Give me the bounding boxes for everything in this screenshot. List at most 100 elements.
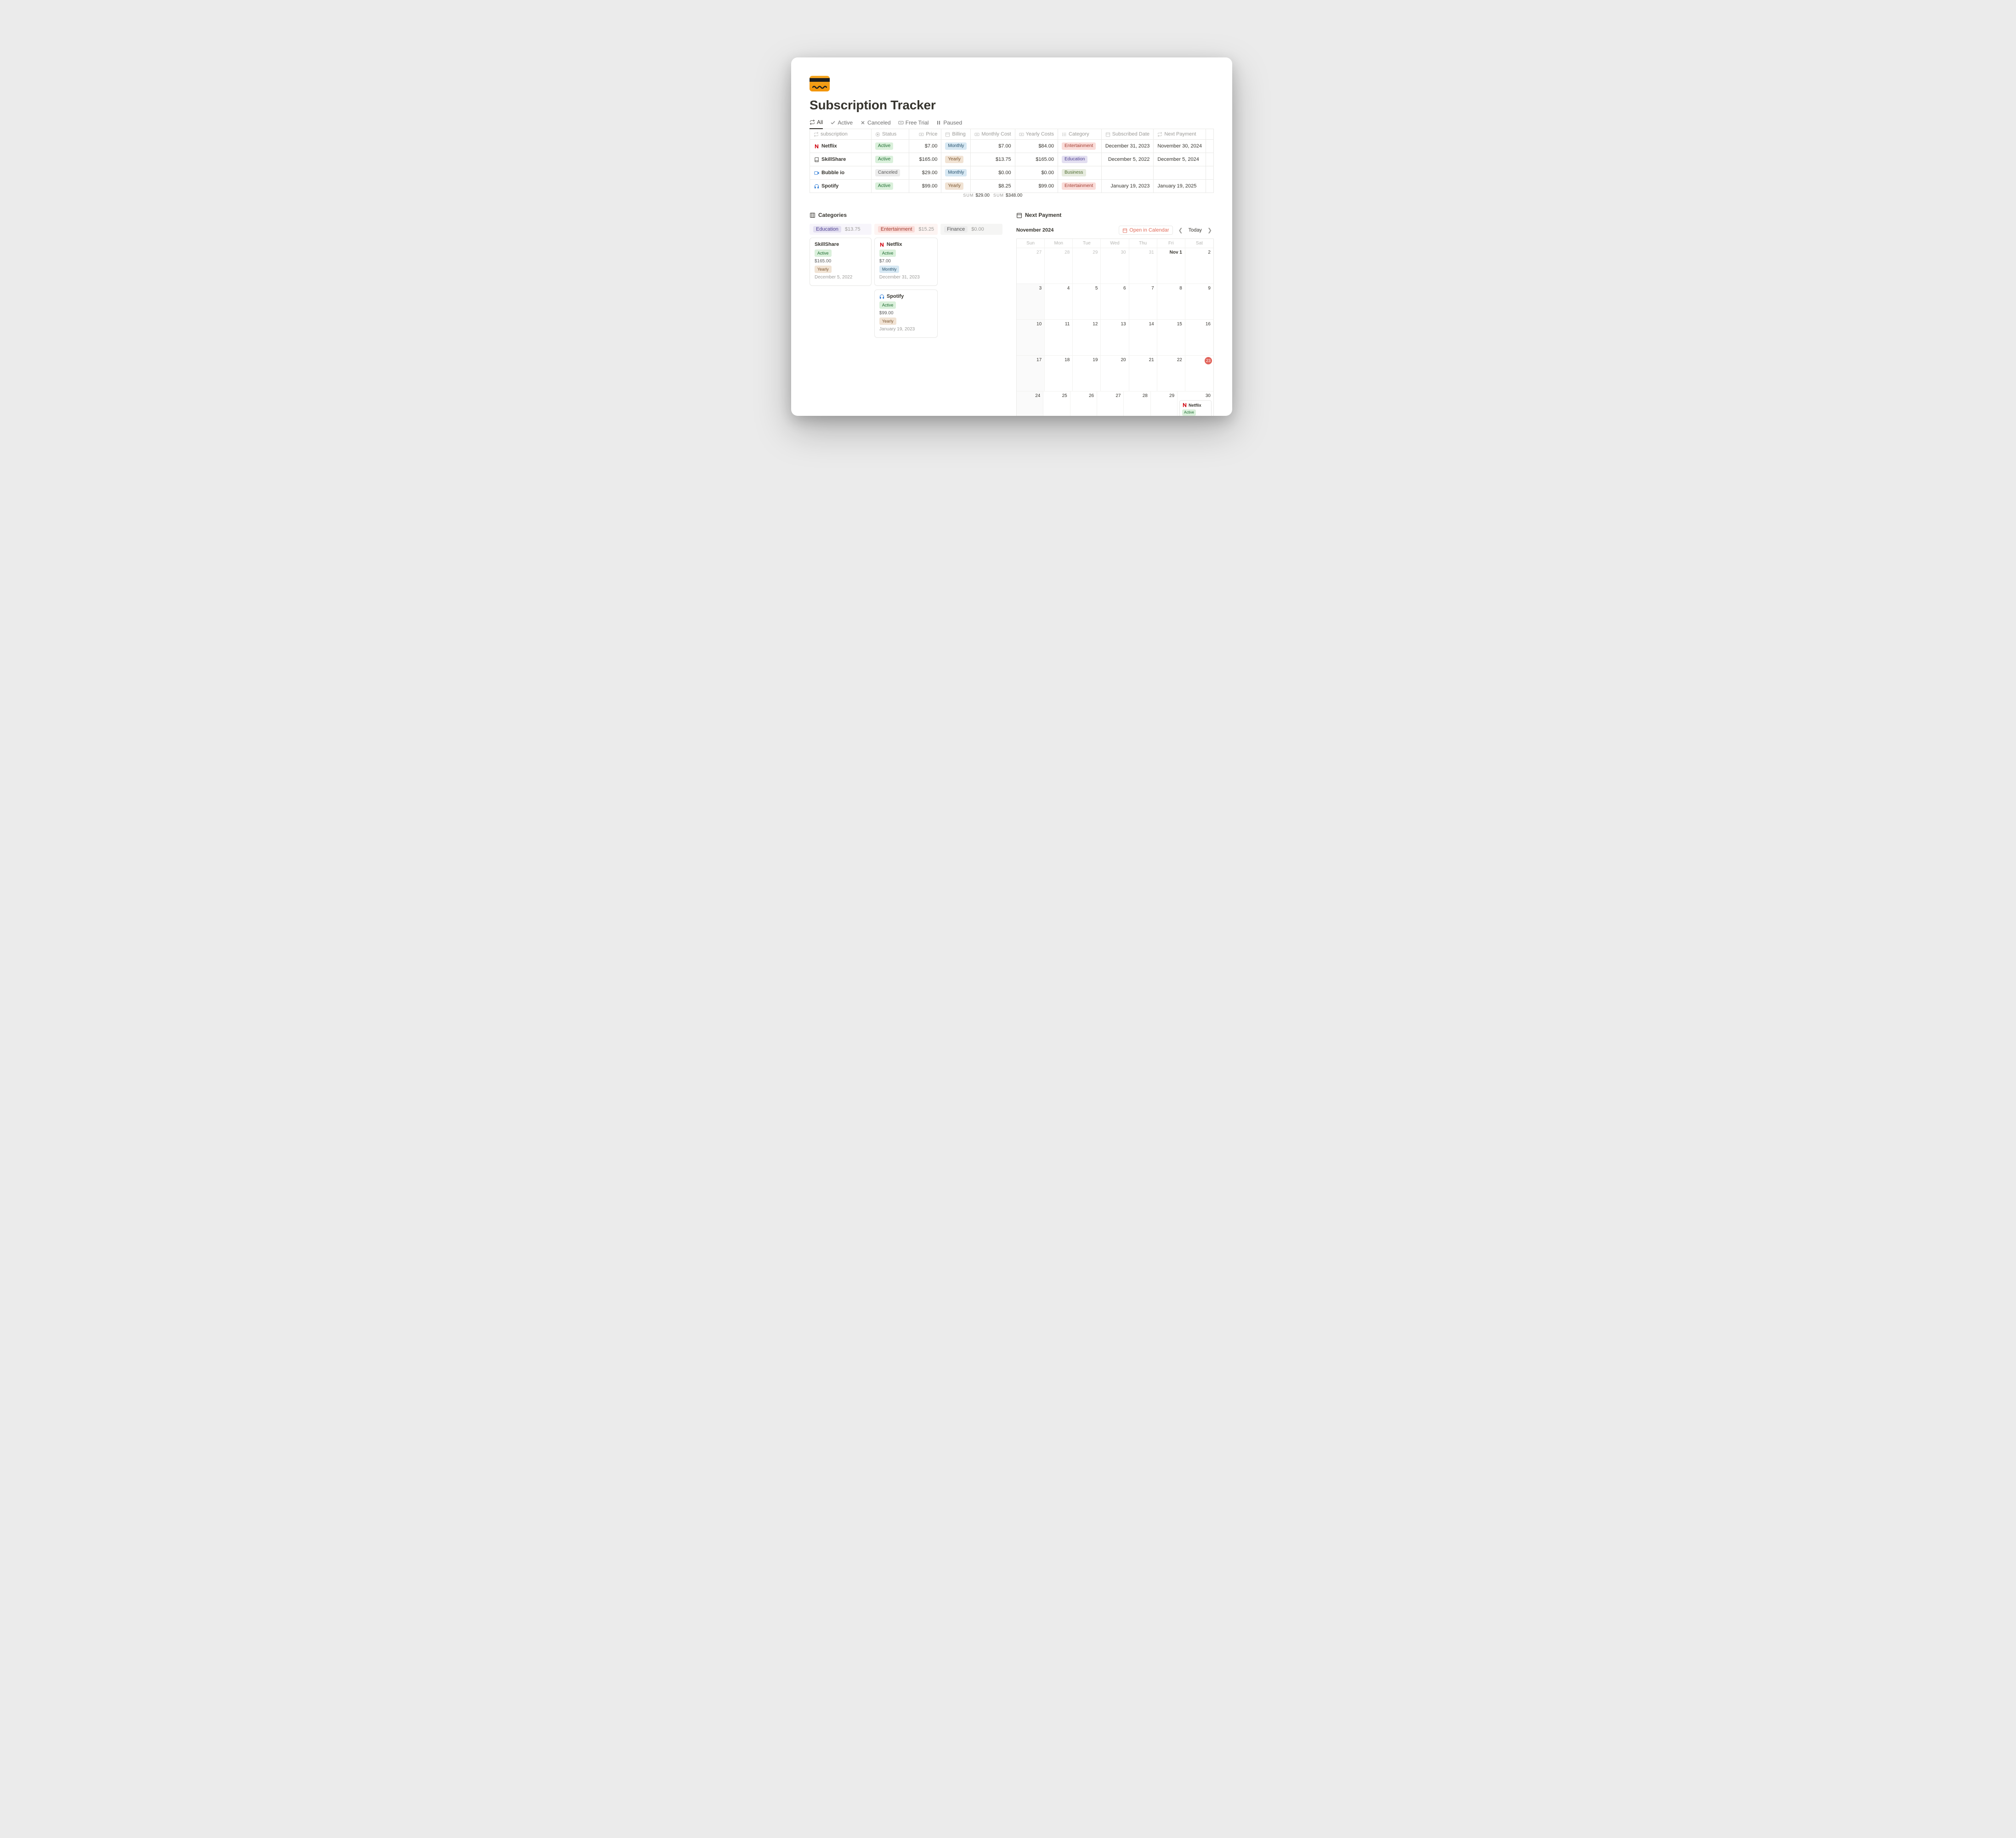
calendar-cell[interactable]: 28 — [1124, 391, 1150, 416]
calendar-cell[interactable]: 19 — [1073, 355, 1101, 391]
cell-subscribed-date: December 31, 2023 — [1101, 140, 1154, 153]
calendar-cell[interactable]: 27 — [1097, 391, 1124, 416]
status-badge: Active — [875, 156, 893, 163]
calendar-cell[interactable]: 16 — [1185, 319, 1213, 355]
calendar-cell[interactable]: 14 — [1129, 319, 1157, 355]
calendar-date-number: 2 — [1208, 250, 1211, 255]
calendar-prev-button[interactable]: ❮ — [1177, 226, 1185, 234]
tab-all[interactable]: All — [810, 117, 823, 129]
col-subscribed-date[interactable]: Subscribed Date — [1101, 129, 1154, 140]
cell-next-payment: January 19, 2025 — [1154, 180, 1206, 193]
cell-yearly-cost: $84.00 — [1015, 140, 1058, 153]
calendar-date-number: 9 — [1208, 286, 1211, 291]
calendar-cell[interactable]: 30 — [1101, 248, 1129, 284]
categories-header: Categories — [810, 212, 1002, 218]
col-yearly-costs[interactable]: Yearly Costs — [1015, 129, 1058, 140]
calendar-cell[interactable]: 28 — [1045, 248, 1073, 284]
col-subscription[interactable]: subscription — [810, 129, 872, 140]
calendar-cell[interactable]: 24 — [1017, 391, 1043, 416]
calendar-cell[interactable]: 10 — [1017, 319, 1045, 355]
cell-yearly-cost: $99.00 — [1015, 180, 1058, 193]
repeat-icon — [814, 132, 819, 137]
category-card[interactable]: NetflixActive$7.00MonthlyDecember 31, 20… — [874, 238, 938, 286]
calendar-date-number: 29 — [1093, 250, 1098, 255]
calendar-cell[interactable]: 29 — [1151, 391, 1178, 416]
cell-subscription-name: Spotify — [821, 183, 838, 189]
cell-monthly-cost: $0.00 — [971, 166, 1015, 180]
calendar-cell[interactable]: 7 — [1129, 284, 1157, 319]
tab-label: Active — [838, 119, 853, 126]
category-card[interactable]: SkillShareActive$165.00YearlyDecember 5,… — [810, 238, 872, 286]
calendar-event-card[interactable]: NetflixActive$7.00MonthlyEntertainment — [1179, 400, 1212, 416]
col-next-payment[interactable]: Next Payment — [1154, 129, 1206, 140]
tab-paused[interactable]: Paused — [936, 117, 962, 129]
check-icon — [830, 120, 836, 125]
calendar-cell[interactable]: 3 — [1017, 284, 1045, 319]
cell-price: $29.00 — [909, 166, 941, 180]
table-row[interactable]: Bubble ioCanceled$29.00Monthly$0.00$0.00… — [810, 166, 1214, 180]
card-date: December 5, 2022 — [815, 275, 866, 280]
status-badge: Active — [1182, 409, 1196, 416]
calendar-cell[interactable]: 30NetflixActive$7.00MonthlyEntertainment — [1178, 391, 1213, 416]
calendar-date-number: 29 — [1169, 393, 1174, 398]
col-status[interactable]: Status — [872, 129, 909, 140]
calendar-today-button[interactable]: Today — [1189, 227, 1202, 233]
calendar-date-number: 27 — [1116, 393, 1121, 398]
calendar-cell[interactable]: Nov 1 — [1157, 248, 1185, 284]
calendar-day-header: Sun — [1017, 239, 1045, 248]
category-column-finance: Finance$0.00 — [940, 224, 1002, 341]
table-row[interactable]: NetflixActive$7.00Monthly$7.00$84.00Ente… — [810, 140, 1214, 153]
calendar-cell[interactable]: 25 — [1043, 391, 1070, 416]
calendar-cell[interactable]: 21 — [1129, 355, 1157, 391]
calendar-day-header: Sat — [1185, 239, 1213, 248]
calendar-cell[interactable]: 9 — [1185, 284, 1213, 319]
calendar-date-number: 28 — [1065, 250, 1070, 255]
calendar-cell[interactable]: 11 — [1045, 319, 1073, 355]
col-price[interactable]: Price — [909, 129, 941, 140]
open-in-calendar-button[interactable]: Open in Calendar — [1119, 226, 1172, 235]
calendar-cell[interactable]: 2 — [1185, 248, 1213, 284]
calendar-cell[interactable]: 17 — [1017, 355, 1045, 391]
calendar-cell[interactable]: 22 — [1157, 355, 1185, 391]
status-badge: Active — [879, 301, 896, 309]
category-header[interactable]: Entertainment$15.25 — [874, 224, 938, 235]
tab-canceled[interactable]: Canceled — [860, 117, 891, 129]
calendar-cell[interactable]: 18 — [1045, 355, 1073, 391]
calendar-cell[interactable]: 26 — [1070, 391, 1097, 416]
calendar-cell[interactable]: 15 — [1157, 319, 1185, 355]
calendar-date-number: 27 — [1036, 250, 1042, 255]
tab-free-trial[interactable]: Free Trial — [898, 117, 929, 129]
status-badge: Canceled — [875, 169, 900, 176]
col-category[interactable]: Category — [1058, 129, 1101, 140]
calendar-cell[interactable]: 20 — [1101, 355, 1129, 391]
sums-row: SUM$29.00 SUM$348.00 — [810, 193, 1214, 198]
tab-active[interactable]: Active — [830, 117, 853, 129]
page-icon-credit-card — [810, 76, 830, 91]
calendar-date-number: 5 — [1095, 286, 1098, 291]
col-monthly-cost[interactable]: Monthly Cost — [971, 129, 1015, 140]
calendar-cell[interactable]: 31 — [1129, 248, 1157, 284]
calendar-cell[interactable]: 29 — [1073, 248, 1101, 284]
calendar-cell[interactable]: 8 — [1157, 284, 1185, 319]
next-payment-header: Next Payment — [1016, 212, 1214, 218]
category-card[interactable]: SpotifyActive$99.00YearlyJanuary 19, 202… — [874, 289, 938, 338]
clock-icon — [898, 120, 904, 125]
calendar-cell[interactable]: 13 — [1101, 319, 1129, 355]
table-row[interactable]: SkillShareActive$165.00Yearly$13.75$165.… — [810, 153, 1214, 166]
calendar-date-number: 17 — [1036, 357, 1042, 363]
billing-badge: Monthly — [945, 142, 967, 150]
card-date: December 31, 2023 — [879, 275, 933, 280]
calendar-cell[interactable]: 27 — [1017, 248, 1045, 284]
category-header[interactable]: Finance$0.00 — [940, 224, 1002, 235]
calendar-cell[interactable]: 23 — [1185, 355, 1213, 391]
calendar-cell[interactable]: 6 — [1101, 284, 1129, 319]
table-row[interactable]: SpotifyActive$99.00Yearly$8.25$99.00Ente… — [810, 180, 1214, 193]
calendar-cell[interactable]: 12 — [1073, 319, 1101, 355]
calendar-cell[interactable]: 5 — [1073, 284, 1101, 319]
view-tabs: All Active Canceled Free Trial Paused — [810, 117, 1214, 129]
col-billing[interactable]: Billing — [941, 129, 971, 140]
category-header[interactable]: Education$13.75 — [810, 224, 872, 235]
calendar-next-button[interactable]: ❯ — [1206, 226, 1214, 234]
calendar-cell[interactable]: 4 — [1045, 284, 1073, 319]
calendar-icon — [1105, 132, 1110, 137]
